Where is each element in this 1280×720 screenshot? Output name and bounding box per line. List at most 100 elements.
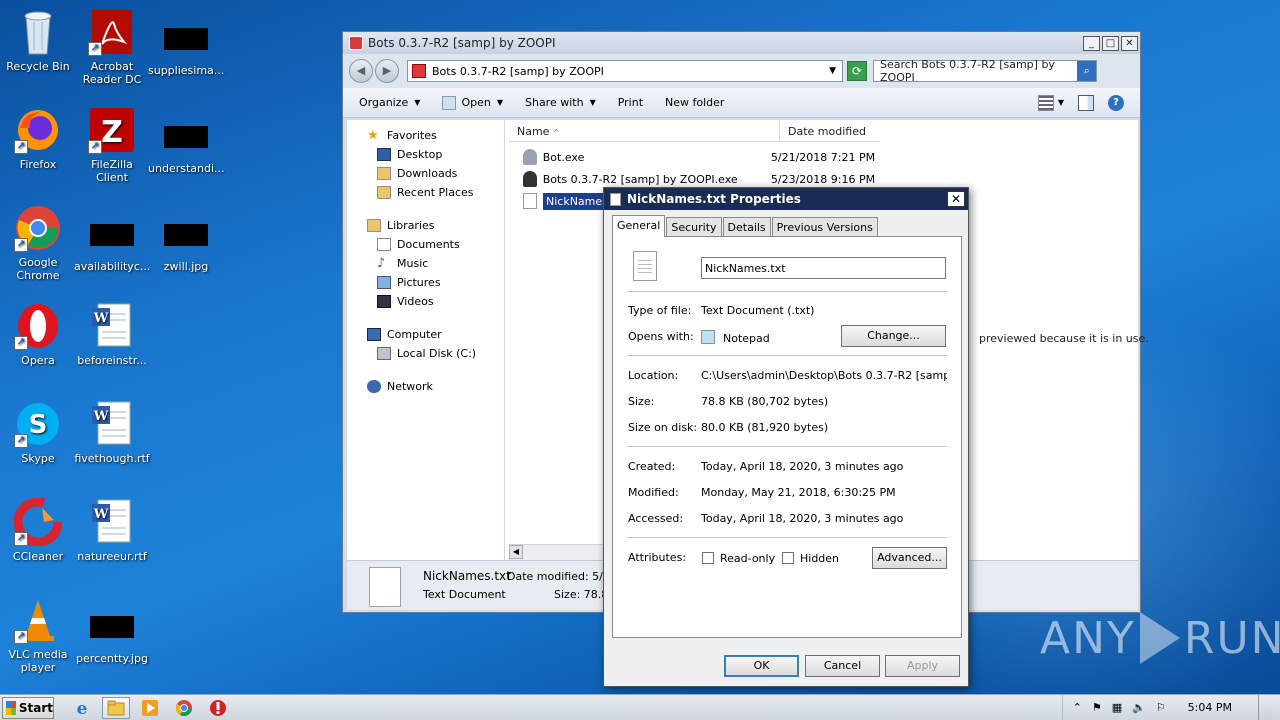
apply-button[interactable]: Apply <box>885 655 960 677</box>
nav-label: Libraries <box>387 219 435 232</box>
nav-documents[interactable]: Documents <box>347 235 504 254</box>
taskbar-chrome-icon[interactable] <box>170 697 198 719</box>
desktop-icon-percentty[interactable]: percentty.jpg <box>74 606 150 665</box>
network-tray-icon[interactable]: ▦ <box>1112 701 1122 714</box>
app-icon <box>349 36 363 50</box>
share-with-button[interactable]: Share with ▼ <box>525 96 596 109</box>
details-size: Size: 78.8 <box>554 588 609 601</box>
start-button[interactable]: Start <box>2 696 54 719</box>
dialog-titlebar[interactable]: NickNames.txt Properties ✕ <box>604 188 968 210</box>
organize-button[interactable]: Organize ▼ <box>359 96 420 109</box>
volume-icon[interactable]: 🔈 <box>1132 701 1146 714</box>
chevron-down-icon[interactable]: ▼ <box>829 66 836 76</box>
change-button[interactable]: Change... <box>841 325 946 347</box>
open-button[interactable]: Open ▼ <box>442 95 503 110</box>
ok-button[interactable]: OK <box>724 655 799 677</box>
help-icon[interactable]: ? <box>1108 94 1124 111</box>
readonly-checkbox[interactable] <box>702 552 714 564</box>
desktop-icon-natureeur[interactable]: W natureeur.rtf <box>74 498 150 563</box>
desktop-icon-suppliesima[interactable]: suppliesima... <box>148 18 224 77</box>
forward-button[interactable]: ▶ <box>375 59 399 83</box>
maximize-button[interactable]: □ <box>1102 35 1119 51</box>
star-icon: ★ <box>367 128 379 143</box>
taskbar-media-player-icon[interactable] <box>136 697 164 719</box>
desktop-icon-availabilityc[interactable]: availabilityc... <box>74 214 150 273</box>
column-header-name[interactable]: Name ^ <box>509 120 780 141</box>
preview-pane-icon[interactable] <box>1078 94 1094 111</box>
nav-libraries[interactable]: Libraries <box>347 216 504 235</box>
close-button[interactable]: ✕ <box>1121 35 1138 51</box>
new-folder-button[interactable]: New folder <box>665 96 724 109</box>
chevron-down-icon[interactable]: ▼ <box>1058 98 1064 107</box>
taskbar-app-icon[interactable] <box>204 697 232 719</box>
desktop-icon-acrobat[interactable]: ↗ Acrobat Reader DC <box>74 8 150 86</box>
created-value: Today, April 18, 2020, 3 minutes ago <box>701 460 904 473</box>
show-desktop-button[interactable] <box>1258 694 1272 720</box>
back-button[interactable]: ◀ <box>349 59 373 83</box>
tab-details[interactable]: Details <box>722 217 771 237</box>
desktop-icon-label: suppliesima... <box>148 64 225 77</box>
tab-security[interactable]: Security <box>666 217 722 237</box>
nav-music[interactable]: ♪ Music <box>347 254 504 273</box>
nav-desktop[interactable]: Desktop <box>347 145 504 164</box>
column-header-date-modified[interactable]: Date modified <box>780 120 879 141</box>
nav-local-disk[interactable]: Local Disk (C:) <box>347 344 504 363</box>
advanced-button[interactable]: Advanced... <box>872 547 947 569</box>
nav-downloads[interactable]: Downloads <box>347 164 504 183</box>
desktop-icon-recycle-bin[interactable]: Recycle Bin <box>0 8 76 73</box>
flag-icon[interactable]: ⚐ <box>1156 701 1166 714</box>
desktop-icon-opera[interactable]: ↗ Opera <box>0 302 76 367</box>
desktop-icon-label: fivethough.rtf <box>74 452 150 465</box>
taskbar-explorer-icon[interactable] <box>102 696 130 719</box>
print-button[interactable]: Print <box>618 96 643 109</box>
close-icon[interactable]: ✕ <box>947 191 965 207</box>
opens-with-app: Notepad <box>723 332 770 345</box>
search-input[interactable]: Search Bots 0.3.7-R2 [samp] by ZOOPI ⌕ <box>873 58 1097 84</box>
filename-field[interactable] <box>701 257 946 279</box>
tab-previous-versions[interactable]: Previous Versions <box>771 217 878 237</box>
desktop-icon-zwill[interactable]: zwill.jpg <box>148 214 224 273</box>
desktop-icon-label: understandi... <box>148 162 225 175</box>
tray-overflow-icon[interactable]: ⌃ <box>1073 701 1082 714</box>
clock[interactable]: 5:04 PM <box>1188 701 1232 714</box>
desktop-icon-vlc[interactable]: ↗ VLC media player <box>0 596 76 674</box>
tab-general[interactable]: General <box>612 215 666 237</box>
desktop-icon-skype[interactable]: S ↗ Skype <box>0 400 76 465</box>
text-file-icon <box>633 251 657 281</box>
desktop-icon-firefox[interactable]: ↗ Firefox <box>0 106 76 171</box>
search-icon[interactable]: ⌕ <box>1077 61 1096 81</box>
desktop-icon-ccleaner[interactable]: ↗ CCleaner <box>0 497 76 563</box>
svg-text:W: W <box>93 409 109 424</box>
refresh-button[interactable]: ⟳ <box>847 61 867 81</box>
desktop-icon-understandi[interactable]: understandi... <box>148 116 225 175</box>
shortcut-arrow-icon: ↗ <box>14 238 28 252</box>
file-date: 5/23/2018 9:16 PM <box>770 172 876 186</box>
nav-computer[interactable]: Computer <box>347 325 504 344</box>
desktop-icon-fivethough[interactable]: W fivethough.rtf <box>74 400 150 465</box>
cancel-button[interactable]: Cancel <box>805 655 880 677</box>
shortcut-arrow-icon: ↗ <box>14 434 28 448</box>
nav-recent-places[interactable]: Recent Places <box>347 183 504 202</box>
local-disk-icon <box>377 347 391 360</box>
nav-videos[interactable]: Videos <box>347 292 504 311</box>
nav-favorites[interactable]: ★ Favorites <box>347 126 504 145</box>
scroll-left-icon[interactable]: ◀ <box>509 545 523 559</box>
nav-network[interactable]: Network <box>347 377 504 396</box>
minimize-button[interactable]: _ <box>1083 35 1100 51</box>
text-file-icon <box>523 193 537 209</box>
desktop-icon-google-chrome[interactable]: ↗ Google Chrome <box>0 204 76 282</box>
ccleaner-icon: ↗ <box>13 497 63 547</box>
explorer-titlebar[interactable]: Bots 0.3.7-R2 [samp] by ZOOPI _ □ ✕ <box>343 32 1140 54</box>
desktop-icon-label: Firefox <box>19 158 57 171</box>
desktop-icon-beforeinstr[interactable]: W beforeinstr... <box>74 302 150 367</box>
nav-pictures[interactable]: Pictures <box>347 273 504 292</box>
file-row[interactable]: Bot.exe 5/21/2018 7:21 PM <box>509 146 879 168</box>
address-bar[interactable]: Bots 0.3.7-R2 [samp] by ZOOPI ▼ <box>407 60 843 82</box>
action-center-icon[interactable]: ⚑ <box>1092 701 1102 714</box>
view-options-icon[interactable] <box>1037 94 1054 111</box>
desktop-icon-filezilla[interactable]: Z ↗ FileZilla Client <box>74 106 150 184</box>
word-document-icon: W <box>88 302 136 350</box>
hidden-checkbox[interactable] <box>782 552 794 564</box>
chevron-down-icon: ▼ <box>414 98 421 107</box>
taskbar-ie-icon[interactable]: e <box>68 697 96 719</box>
